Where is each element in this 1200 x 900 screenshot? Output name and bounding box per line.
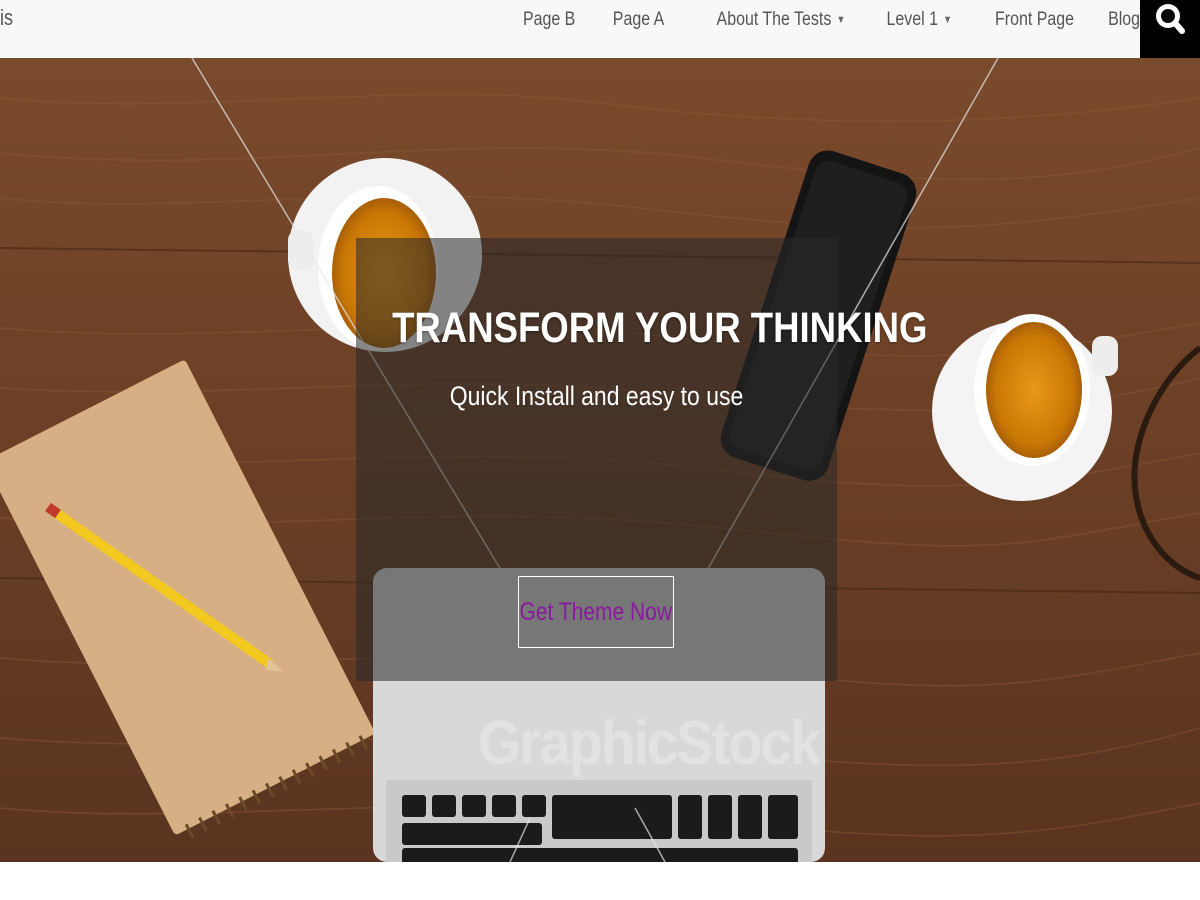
- caret-down-icon: ▼: [836, 14, 846, 26]
- nav-item-blog[interactable]: Blog: [1108, 9, 1140, 31]
- content-area: [0, 862, 1200, 900]
- nav-item-label: Front Page: [995, 9, 1074, 30]
- graphicstock-watermark: GraphicStock: [478, 709, 821, 778]
- nav-item-label: Page A: [612, 9, 665, 30]
- hero-caption-box: TRANSFORM YOUR THINKING Quick Install an…: [356, 238, 928, 681]
- cta-label: Get Theme Now: [519, 597, 673, 626]
- nav-item-label: Page B: [522, 9, 576, 30]
- nav-item-page-b[interactable]: Page B: [523, 9, 575, 31]
- nav-item-about-the-tests[interactable]: About The Tests ▼: [717, 9, 846, 31]
- hero-subtitle: Quick Install and easy to use: [449, 381, 744, 411]
- search-button[interactable]: [1140, 0, 1200, 58]
- site-title[interactable]: is: [0, 5, 13, 31]
- search-icon: [1156, 4, 1185, 34]
- nav-item-label: Level 1: [886, 9, 938, 30]
- hero-title: TRANSFORM YOUR THINKING: [392, 304, 928, 352]
- main-menu: Page B Page A About The Tests ▼ Level 1 …: [485, 0, 1140, 40]
- top-navigation-bar: is Page B Page A About The Tests ▼ Level…: [0, 0, 1200, 58]
- hero-banner: TRANSFORM YOUR THINKING Quick Install an…: [0, 58, 1200, 862]
- caret-down-icon: ▼: [942, 14, 952, 26]
- get-theme-now-button[interactable]: Get Theme Now: [518, 576, 674, 648]
- nav-item-page-a[interactable]: Page A: [613, 9, 664, 31]
- nav-item-label: Blog: [1108, 9, 1140, 30]
- nav-item-label: About The Tests: [716, 9, 832, 30]
- nav-item-front-page[interactable]: Front Page: [995, 9, 1074, 31]
- nav-item-level-1[interactable]: Level 1 ▼: [886, 9, 952, 31]
